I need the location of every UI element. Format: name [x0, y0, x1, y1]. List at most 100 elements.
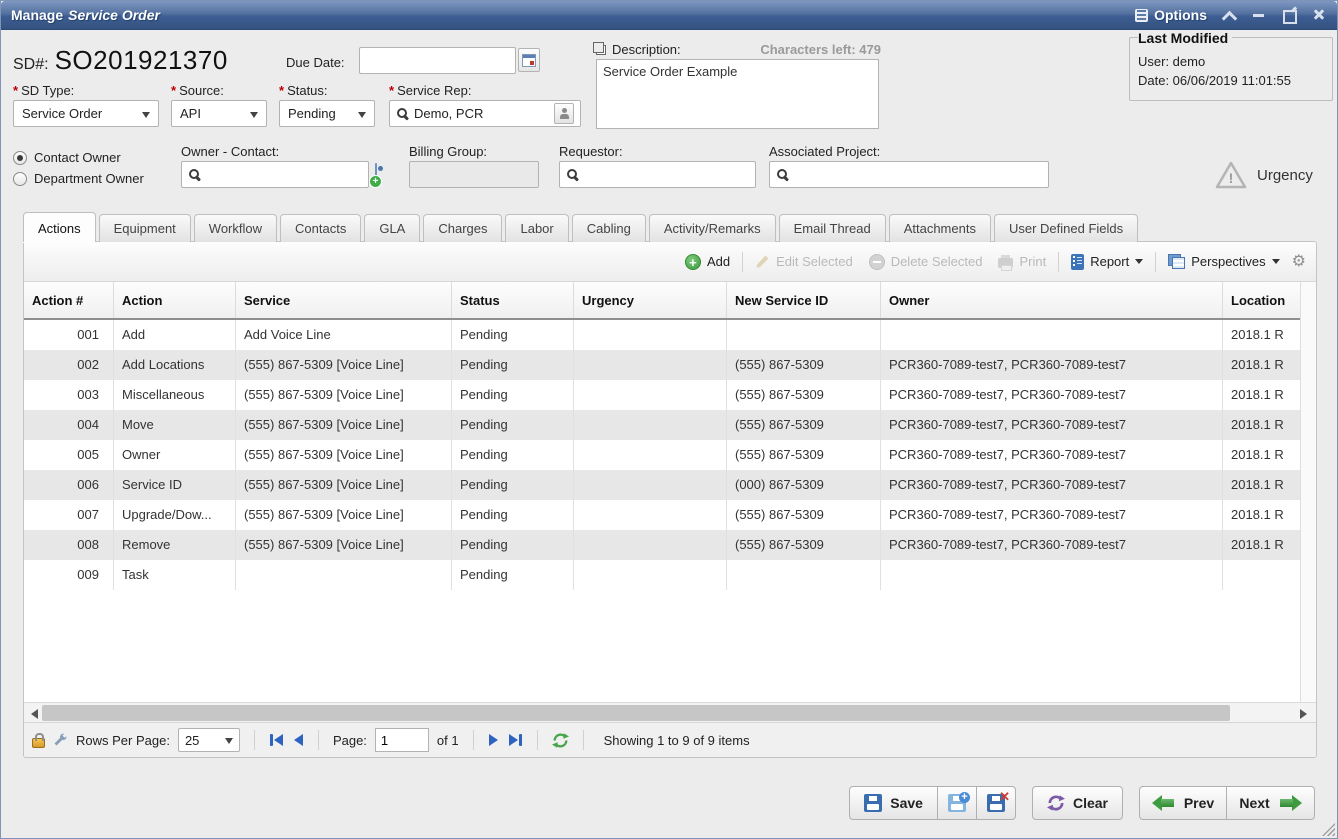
last-modified-user: User: demo: [1138, 52, 1324, 71]
scroll-right-arrow-icon[interactable]: [1298, 706, 1312, 720]
table-row[interactable]: 005Owner(555) 867-5309 [Voice Line]Pendi…: [24, 440, 1300, 470]
table-cell: Pending: [452, 500, 574, 530]
window-titlebar: ManageService Order Options: [1, 1, 1337, 30]
gear-icon[interactable]: ⚙: [1292, 254, 1306, 270]
clear-button[interactable]: Clear: [1032, 786, 1123, 820]
associated-project-input[interactable]: [794, 167, 1042, 182]
urgency-warning-icon: !: [1215, 161, 1247, 189]
column-header[interactable]: New Service ID: [727, 282, 881, 318]
chevron-down-icon: [250, 112, 258, 122]
close-icon[interactable]: [1311, 7, 1327, 23]
collapse-icon[interactable]: [1221, 7, 1237, 23]
column-header[interactable]: Action: [114, 282, 236, 318]
contact-owner-radio[interactable]: Contact Owner: [13, 150, 144, 165]
prev-page-button[interactable]: [292, 733, 304, 747]
page-input[interactable]: [375, 728, 429, 752]
refresh-button[interactable]: [552, 732, 569, 749]
owner-contact-input[interactable]: [206, 167, 362, 182]
requestor-input[interactable]: [584, 167, 749, 182]
edit-selected-button[interactable]: Edit Selected: [751, 250, 857, 273]
manage-service-order-window: ManageService Order Options SD#: SO20192…: [0, 0, 1338, 839]
first-page-button[interactable]: [269, 733, 284, 747]
add-button[interactable]: + Add: [681, 250, 734, 274]
table-row[interactable]: 003Miscellaneous(555) 867-5309 [Voice Li…: [24, 380, 1300, 410]
sd-type-select[interactable]: Service Order: [13, 100, 159, 127]
tab-attachments[interactable]: Attachments: [889, 214, 991, 242]
department-owner-radio[interactable]: Department Owner: [13, 171, 144, 186]
wrench-icon[interactable]: [53, 733, 68, 748]
horizontal-scrollbar[interactable]: [24, 702, 1316, 723]
date-picker-button[interactable]: [518, 48, 540, 72]
perspectives-button[interactable]: Perspectives: [1164, 250, 1283, 273]
table-cell: Pending: [452, 470, 574, 500]
tab-gla[interactable]: GLA: [364, 214, 420, 242]
table-row[interactable]: 006Service ID(555) 867-5309 [Voice Line]…: [24, 470, 1300, 500]
requestor-field[interactable]: [559, 161, 756, 188]
grid-empty-area: [24, 590, 1300, 702]
popout-icon[interactable]: [1281, 7, 1297, 23]
pager-separator: [473, 730, 474, 750]
table-row[interactable]: 002Add Locations(555) 867-5309 [Voice Li…: [24, 350, 1300, 380]
table-row[interactable]: 007Upgrade/Dow...(555) 867-5309 [Voice L…: [24, 500, 1300, 530]
pager-separator: [254, 730, 255, 750]
table-cell: (555) 867-5309 [Voice Line]: [236, 350, 452, 380]
table-cell: 2018.1 R: [1223, 440, 1300, 470]
vertical-scrollbar-track[interactable]: [1300, 282, 1316, 702]
tab-strip: ActionsEquipmentWorkflowContactsGLACharg…: [23, 212, 1315, 242]
report-button[interactable]: Report: [1067, 250, 1147, 274]
billing-group-input: [416, 167, 532, 182]
tab-contacts[interactable]: Contacts: [280, 214, 361, 242]
tab-cabling[interactable]: Cabling: [572, 214, 646, 242]
table-row[interactable]: 008Remove(555) 867-5309 [Voice Line]Pend…: [24, 530, 1300, 560]
chevron-down-icon: [225, 738, 233, 748]
save-button[interactable]: Save: [849, 786, 938, 820]
table-cell: (000) 867-5309: [727, 470, 881, 500]
due-date-field[interactable]: [359, 47, 516, 74]
description-textarea[interactable]: Service Order Example: [596, 59, 879, 129]
expand-description-icon[interactable]: [596, 45, 606, 55]
column-header[interactable]: Location: [1223, 282, 1300, 318]
column-header[interactable]: Urgency: [574, 282, 727, 318]
owner-contact-field[interactable]: [181, 161, 369, 188]
minimize-icon[interactable]: [1251, 7, 1267, 23]
delete-selected-button[interactable]: Delete Selected: [865, 250, 987, 274]
prev-button[interactable]: Prev: [1139, 786, 1227, 820]
column-header[interactable]: Service: [236, 282, 452, 318]
tab-equipment[interactable]: Equipment: [99, 214, 191, 242]
tab-activity-remarks[interactable]: Activity/Remarks: [649, 214, 776, 242]
save-and-new-button[interactable]: +: [938, 786, 977, 820]
sd-number-value: SO201921370: [55, 45, 228, 76]
add-contact-button[interactable]: [375, 164, 397, 186]
save-and-close-button[interactable]: ✕: [977, 786, 1016, 820]
table-row[interactable]: 004Move(555) 867-5309 [Voice Line]Pendin…: [24, 410, 1300, 440]
last-page-button[interactable]: [508, 733, 523, 747]
tab-labor[interactable]: Labor: [505, 214, 568, 242]
print-button[interactable]: Print: [994, 250, 1050, 273]
rows-per-page-select[interactable]: 25: [178, 728, 240, 752]
column-header[interactable]: Owner: [881, 282, 1223, 318]
table-cell: (555) 867-5309: [727, 500, 881, 530]
service-rep-field[interactable]: Demo, PCR: [389, 100, 581, 127]
table-cell: [236, 560, 452, 590]
tab-actions[interactable]: Actions: [23, 212, 96, 242]
source-select[interactable]: API: [171, 100, 267, 127]
options-button[interactable]: Options: [1135, 7, 1207, 23]
contact-picker-icon[interactable]: [554, 103, 574, 124]
tab-workflow[interactable]: Workflow: [194, 214, 277, 242]
next-page-button[interactable]: [488, 733, 500, 747]
associated-project-field[interactable]: [769, 161, 1049, 188]
tab-email-thread[interactable]: Email Thread: [779, 214, 886, 242]
column-header[interactable]: Status: [452, 282, 574, 318]
due-date-input[interactable]: [366, 53, 509, 68]
tab-user-defined-fields[interactable]: User Defined Fields: [994, 214, 1138, 242]
lock-icon[interactable]: [32, 738, 45, 748]
column-header[interactable]: Action #: [24, 282, 114, 318]
next-button[interactable]: Next: [1227, 786, 1315, 820]
table-row[interactable]: 001AddAdd Voice LinePending2018.1 R: [24, 320, 1300, 350]
scroll-left-arrow-icon[interactable]: [26, 706, 40, 720]
scrollbar-thumb[interactable]: [42, 705, 1230, 721]
tab-charges[interactable]: Charges: [423, 214, 502, 242]
status-select[interactable]: Pending: [279, 100, 375, 127]
table-row[interactable]: 009TaskPending: [24, 560, 1300, 590]
chevron-down-icon: [1272, 259, 1280, 268]
